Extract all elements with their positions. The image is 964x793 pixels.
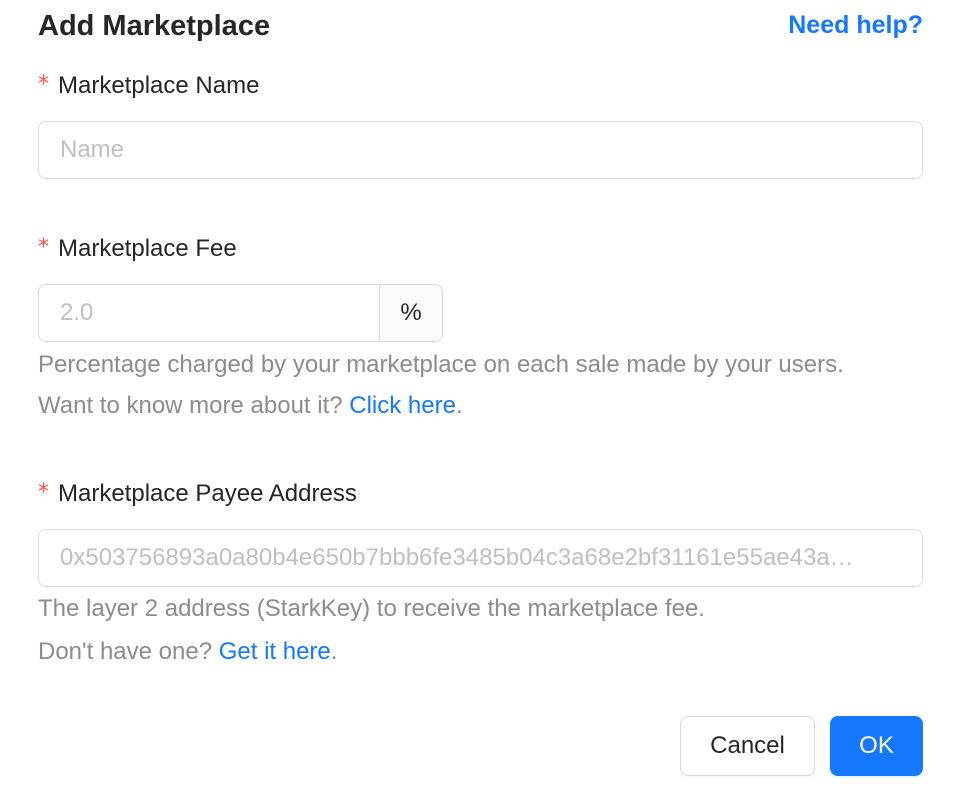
payee-address-input[interactable]	[38, 529, 923, 587]
marketplace-fee-help-prefix: Want to know more about it?	[38, 392, 350, 419]
payee-address-help-suffix: .	[330, 638, 338, 665]
cancel-button[interactable]: Cancel	[680, 716, 815, 776]
marketplace-name-label-text: Marketplace Name	[58, 72, 260, 99]
add-marketplace-dialog: Add Marketplace Need help? * Marketplace …	[38, 0, 923, 793]
payee-address-label-text: Marketplace Payee Address	[58, 480, 357, 507]
payee-address-help-line1: The layer 2 address (StarkKey) to receiv…	[38, 595, 705, 622]
marketplace-fee-help-line1: Percentage charged by your marketplace o…	[38, 351, 844, 378]
marketplace-fee-help-line2: Want to know more about it? Click here.	[38, 390, 463, 422]
required-mark: *	[38, 72, 49, 97]
ok-button[interactable]: OK	[830, 716, 923, 776]
marketplace-fee-help-suffix: .	[455, 392, 463, 419]
payee-address-help-prefix: Don't have one?	[38, 638, 219, 665]
marketplace-fee-label: * Marketplace Fee	[38, 233, 237, 266]
marketplace-name-label: * Marketplace Name	[38, 70, 259, 103]
marketplace-name-input[interactable]	[38, 121, 923, 179]
required-mark: *	[38, 480, 49, 505]
percent-addon: %	[379, 284, 443, 342]
click-here-link[interactable]: Click here	[349, 392, 456, 419]
dialog-title: Add Marketplace	[38, 10, 271, 42]
payee-address-label: * Marketplace Payee Address	[38, 478, 357, 511]
get-it-here-link[interactable]: Get it here	[219, 638, 331, 665]
payee-address-help-line2: Don't have one? Get it here.	[38, 636, 337, 668]
marketplace-fee-input-group: %	[38, 284, 443, 342]
marketplace-fee-input[interactable]	[38, 284, 379, 342]
required-mark: *	[38, 235, 49, 260]
need-help-link[interactable]: Need help?	[788, 8, 923, 42]
marketplace-fee-label-text: Marketplace Fee	[58, 235, 237, 262]
dialog-header: Add Marketplace Need help?	[38, 8, 923, 44]
